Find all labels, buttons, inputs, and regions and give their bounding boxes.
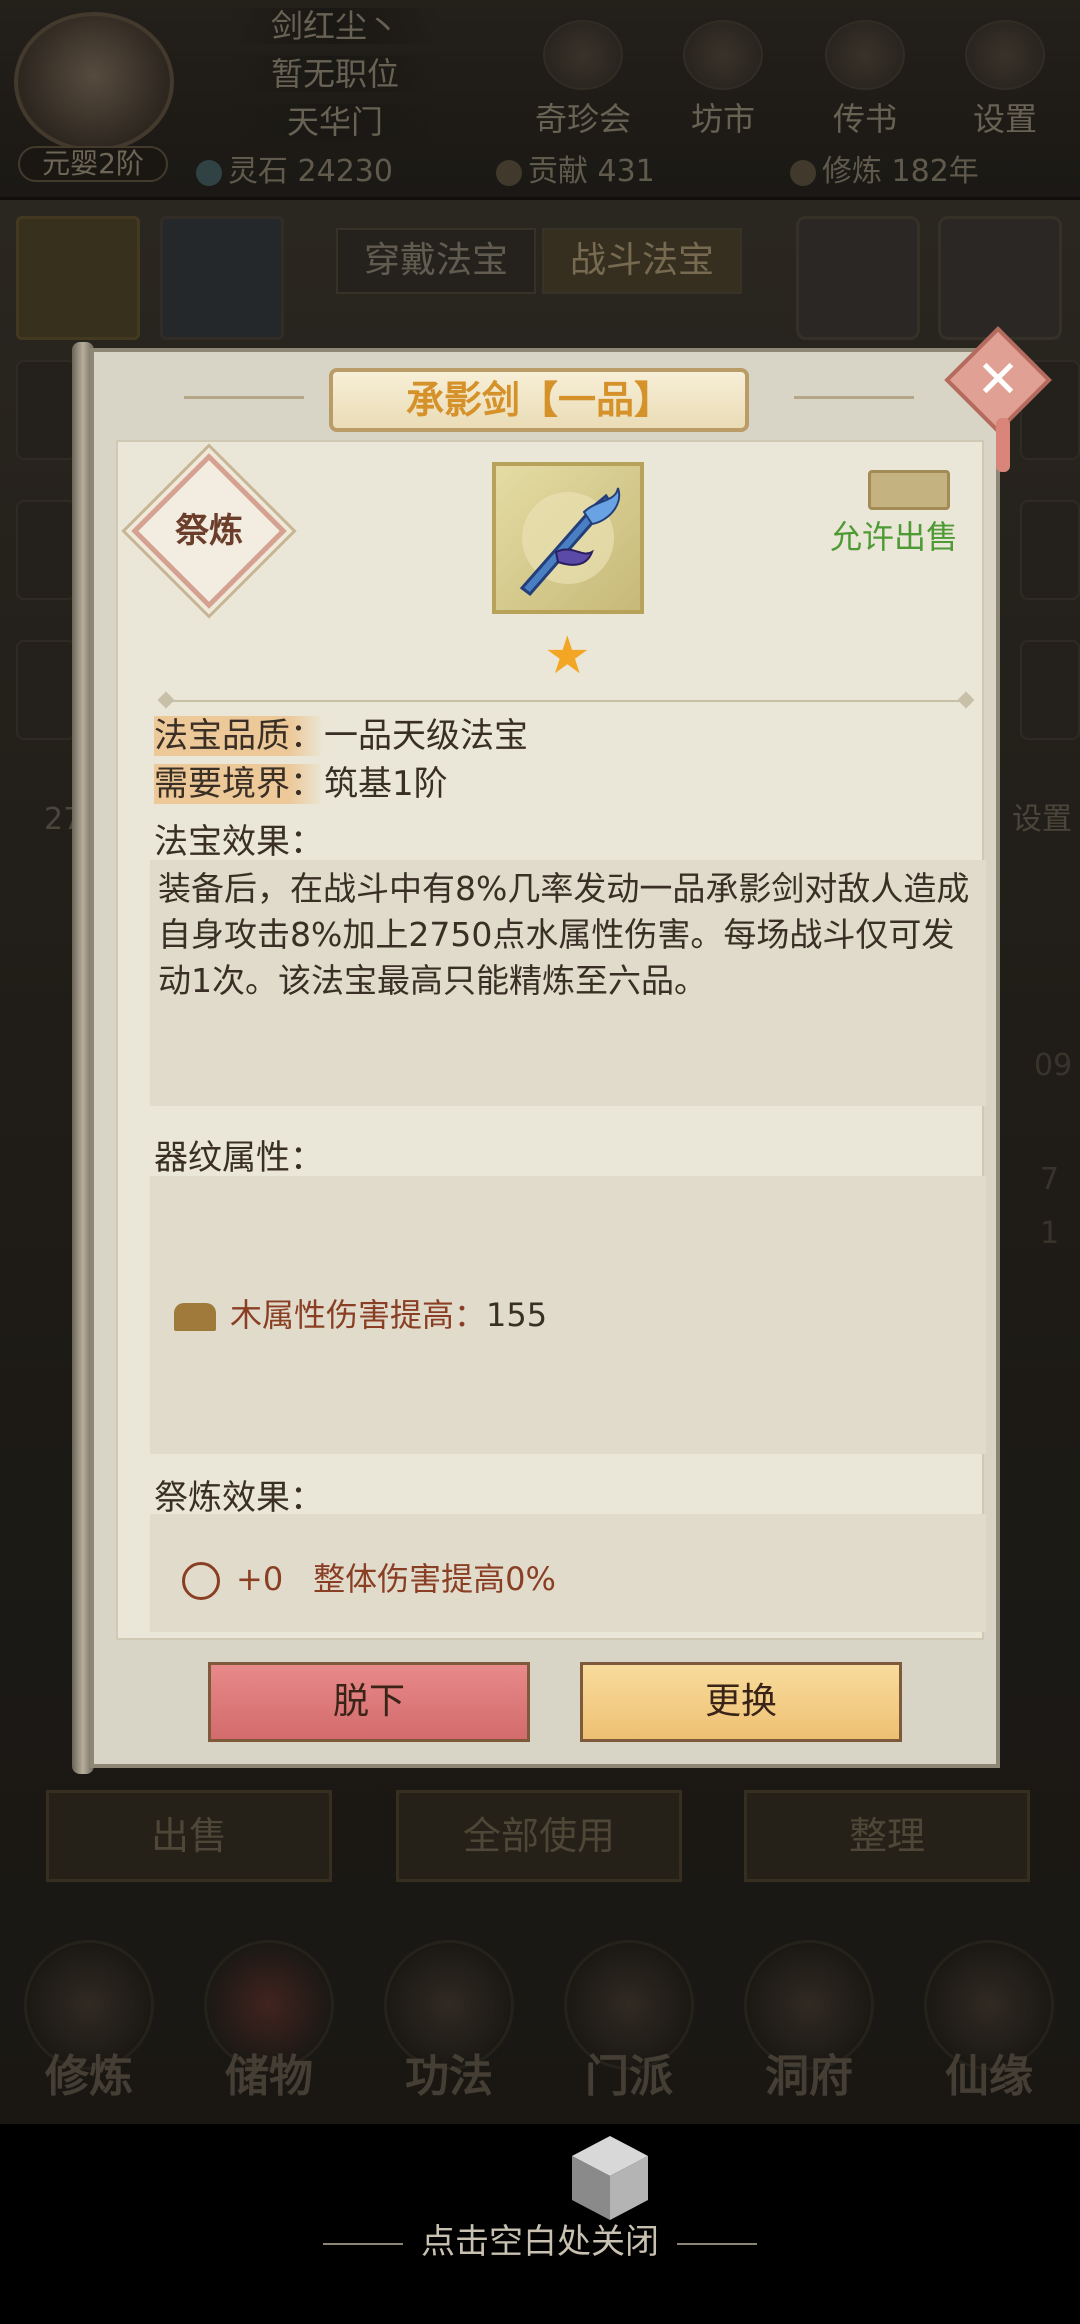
quality-value: 一品天级法宝 [324, 716, 528, 756]
close-icon: ✕ [976, 350, 1020, 410]
sell-permission-icon [868, 470, 950, 510]
rune-bonus: 木属性伤害提高：155 [174, 1290, 547, 1336]
close-hint: 点击空白处关闭 [0, 2214, 1080, 2263]
tassel-decoration [996, 418, 1010, 472]
wood-element-icon [174, 1303, 216, 1331]
dialog-body: 承影剑【一品】 祭炼 ★ 允许出售 法宝品质：一品天级法宝 需要境界：筑基1阶 … [90, 326, 1052, 1768]
refine-effect-text: 整体伤害提高0% [313, 1560, 556, 1598]
refine-effect-row: +0 整体伤害提高0% [182, 1554, 556, 1600]
sell-status: 允许出售 [830, 518, 959, 556]
effect-description: 装备后，在战斗中有8%几率发动一品承影剑对敌人造成自身攻击8%加上2750点水属… [158, 869, 970, 1000]
cube-icon [560, 2128, 660, 2228]
star-icon: ★ [544, 626, 591, 686]
rune-title: 器纹属性： [154, 1138, 324, 1178]
unequip-button[interactable]: 脱下 [208, 1662, 530, 1742]
hint-decoration [677, 2242, 757, 2245]
realm-row: 需要境界：筑基1阶 [154, 762, 448, 806]
quality-label: 法宝品质： [154, 716, 324, 756]
replace-button[interactable]: 更换 [580, 1662, 902, 1742]
refine-icon [182, 1562, 220, 1600]
refine-effect-title: 祭炼效果： [154, 1478, 324, 1518]
hint-decoration [323, 2242, 403, 2245]
sword-icon [519, 487, 621, 597]
title-decoration [794, 396, 914, 399]
realm-label: 需要境界： [154, 764, 324, 804]
item-detail-dialog: 承影剑【一品】 祭炼 ★ 允许出售 法宝品质：一品天级法宝 需要境界：筑基1阶 … [72, 326, 1052, 1774]
item-image [492, 462, 644, 614]
divider [166, 700, 966, 702]
quality-row: 法宝品质：一品天级法宝 [154, 714, 528, 758]
refine-level: +0 [236, 1560, 284, 1598]
title-decoration [184, 396, 304, 399]
dialog-title: 承影剑【一品】 [329, 368, 749, 432]
effect-title: 法宝效果： [154, 822, 324, 862]
realm-value: 筑基1阶 [324, 764, 448, 804]
